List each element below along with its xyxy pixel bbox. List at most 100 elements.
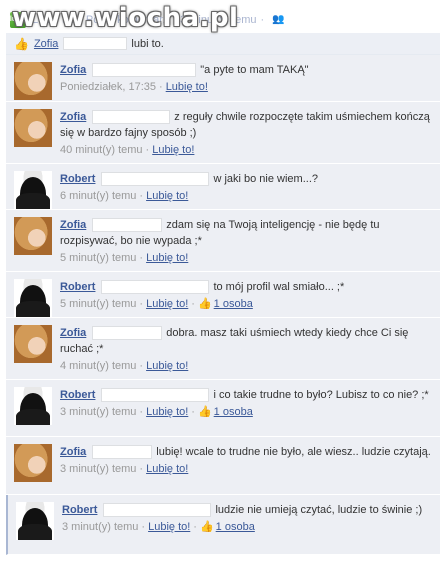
comments-list: Zofia "a pyte to mam TAKĄ" Poniedziałek, 1… bbox=[6, 55, 440, 555]
comment-body: Zofia zdam się na Twoją inteligencję - ni… bbox=[60, 217, 432, 249]
comment-timestamp[interactable]: 40 minut(y) temu bbox=[60, 144, 143, 156]
comment-like-link[interactable]: Lubię to! bbox=[152, 144, 194, 156]
comment-text: w jaki bo nie wiem...? bbox=[213, 173, 318, 185]
silhouette-body bbox=[16, 301, 50, 317]
robert-avatar[interactable] bbox=[14, 279, 52, 317]
comment-author-link[interactable]: Robert bbox=[62, 504, 97, 516]
silhouette-body bbox=[16, 409, 50, 425]
likes-suffix: lubi to. bbox=[131, 37, 164, 50]
comment-text: ludzie nie umieją czytać, ludzie to świn… bbox=[215, 504, 423, 516]
comment-author-link[interactable]: Zofia bbox=[60, 327, 86, 339]
comment-meta: Poniedziałek, 17:35 · Lubię to! bbox=[60, 80, 432, 95]
separator-dot: · bbox=[139, 360, 144, 372]
comment-meta: 3 minut(y) temu · Lubię to! · 👍 1 osoba bbox=[62, 520, 432, 535]
thumbs-up-icon: 👍 bbox=[14, 36, 29, 51]
comment-like-link[interactable]: Lubię to! bbox=[146, 298, 188, 310]
comment-timestamp[interactable]: 3 minut(y) temu bbox=[60, 463, 136, 475]
comment-like-link[interactable]: Lubię to! bbox=[148, 521, 190, 533]
comment-body: Robert w jaki bo nie wiem...? bbox=[60, 171, 432, 187]
friends-audience-icon[interactable]: 👥 bbox=[272, 14, 284, 25]
comment-item: Zofia lubię! wcale to trudne nie było, al… bbox=[6, 437, 440, 495]
comment-meta: 4 minut(y) temu · Lubię to! bbox=[60, 359, 432, 374]
thumbs-up-icon: 👍 bbox=[197, 406, 212, 418]
comment-timestamp[interactable]: 6 minut(y) temu bbox=[60, 190, 136, 202]
comment-timestamp[interactable]: 5 minut(y) temu bbox=[60, 298, 136, 310]
silhouette-body bbox=[18, 524, 52, 540]
comment-author-link[interactable]: Zofia bbox=[60, 111, 86, 123]
comment-like-count[interactable]: 1 osoba bbox=[214, 298, 253, 310]
silhouette-body bbox=[16, 193, 50, 209]
comment-author-link[interactable]: Zofia bbox=[60, 219, 86, 231]
comment-like-link[interactable]: Lubię to! bbox=[146, 190, 188, 202]
comment-author-link[interactable]: Robert bbox=[60, 281, 95, 293]
comment-like-count[interactable]: 1 osoba bbox=[214, 406, 253, 418]
comment-text: lubię! wcale to trudne nie było, ale wie… bbox=[156, 446, 431, 458]
comment-timestamp[interactable]: 3 minut(y) temu bbox=[60, 406, 136, 418]
comment-like-count[interactable]: 1 osoba bbox=[216, 521, 255, 533]
zofia-avatar[interactable] bbox=[14, 109, 52, 147]
comment-text: "a pyte to mam TAKĄ" bbox=[200, 64, 309, 76]
watermark-logo: www.wiocha.pl bbox=[12, 3, 239, 33]
post-action-bar: lubię Lubię to! · Podaj komentarz · 3 mi… bbox=[0, 0, 446, 33]
redacted-surname bbox=[101, 280, 210, 295]
comment-author-link[interactable]: Zofia bbox=[60, 446, 86, 458]
comment-item: Zofia dobra. masz taki uśmiech wtedy kied… bbox=[6, 318, 440, 380]
separator-dot: · bbox=[159, 81, 163, 93]
comment-like-link[interactable]: Lubię to! bbox=[146, 360, 188, 372]
comment-timestamp[interactable]: Poniedziałek, 17:35 bbox=[60, 81, 156, 93]
redacted-surname bbox=[92, 218, 163, 233]
comment-like-link[interactable]: Lubię to! bbox=[146, 252, 188, 264]
comment-like-link[interactable]: Lubię to! bbox=[166, 81, 208, 93]
comment-timestamp[interactable]: 4 minut(y) temu bbox=[60, 360, 136, 372]
separator-dot: · bbox=[139, 252, 144, 264]
redacted-surname bbox=[103, 503, 212, 518]
comment-meta: 3 minut(y) temu · Lubię to! · 👍 1 osoba bbox=[60, 405, 432, 420]
comment-like-link[interactable]: Lubię to! bbox=[146, 463, 188, 475]
separator-dot: · bbox=[139, 298, 144, 310]
separator-dot: · bbox=[260, 13, 265, 26]
comment-like-link[interactable]: Lubię to! bbox=[146, 406, 188, 418]
comment-text: i co takie trudne to było? Lubisz to co … bbox=[213, 389, 429, 401]
separator-dot: · bbox=[191, 406, 195, 418]
separator-dot: · bbox=[139, 190, 144, 202]
comment-timestamp[interactable]: 5 minut(y) temu bbox=[60, 252, 136, 264]
separator-dot: · bbox=[139, 406, 144, 418]
comment-item: Robert w jaki bo nie wiem...? 6 minut(y) t… bbox=[6, 164, 440, 210]
comment-text: to mój profil wal smiało... ;* bbox=[213, 281, 345, 293]
comment-body: Zofia "a pyte to mam TAKĄ" bbox=[60, 62, 432, 78]
comment-author-link[interactable]: Zofia bbox=[60, 64, 86, 76]
robert-avatar[interactable] bbox=[14, 387, 52, 425]
robert-avatar[interactable] bbox=[14, 171, 52, 209]
comment-meta: 3 minut(y) temu · Lubię to! bbox=[60, 462, 432, 477]
zofia-avatar[interactable] bbox=[14, 444, 52, 482]
comment-item: Robert i co takie trudne to było? Lubisz … bbox=[6, 380, 440, 437]
comment-author-link[interactable]: Robert bbox=[60, 173, 95, 185]
comment-author-link[interactable]: Robert bbox=[60, 389, 95, 401]
comment-body: Robert i co takie trudne to było? Lubisz … bbox=[60, 387, 432, 403]
separator-dot: · bbox=[141, 521, 146, 533]
comment-body: Zofia z reguły chwile rozpoczęte takim uś… bbox=[60, 109, 432, 141]
robert-avatar[interactable] bbox=[16, 502, 54, 540]
separator-dot: · bbox=[145, 144, 150, 156]
comment-item: Zofia z reguły chwile rozpoczęte takim uś… bbox=[6, 102, 440, 164]
likes-summary: 👍 Zofia lubi to. bbox=[6, 33, 440, 55]
comment-meta: 5 minut(y) temu · Lubię to! · 👍 1 osoba bbox=[60, 297, 432, 312]
redacted-surname bbox=[101, 388, 210, 403]
comment-item: Zofia zdam się na Twoją inteligencję - ni… bbox=[6, 210, 440, 272]
comment-meta: 40 minut(y) temu · Lubię to! bbox=[60, 143, 432, 158]
liker-name-link[interactable]: Zofia bbox=[34, 38, 58, 50]
redacted-surname bbox=[101, 172, 210, 187]
zofia-avatar[interactable] bbox=[14, 62, 52, 100]
separator-dot: · bbox=[193, 521, 197, 533]
redacted-surname bbox=[92, 110, 171, 125]
separator-dot: · bbox=[191, 298, 195, 310]
zofia-avatar[interactable] bbox=[14, 325, 52, 363]
comment-body: Robert ludzie nie umieją czytać, ludzie t… bbox=[62, 502, 432, 518]
zofia-avatar[interactable] bbox=[14, 217, 52, 255]
comment-body: Robert to mój profil wal smiało... ;* bbox=[60, 279, 432, 295]
redacted-surname bbox=[92, 445, 153, 460]
separator-dot: · bbox=[139, 463, 144, 475]
comment-timestamp[interactable]: 3 minut(y) temu bbox=[62, 521, 138, 533]
redacted-surname bbox=[92, 63, 197, 78]
comment-body: Zofia lubię! wcale to trudne nie było, al… bbox=[60, 444, 432, 460]
